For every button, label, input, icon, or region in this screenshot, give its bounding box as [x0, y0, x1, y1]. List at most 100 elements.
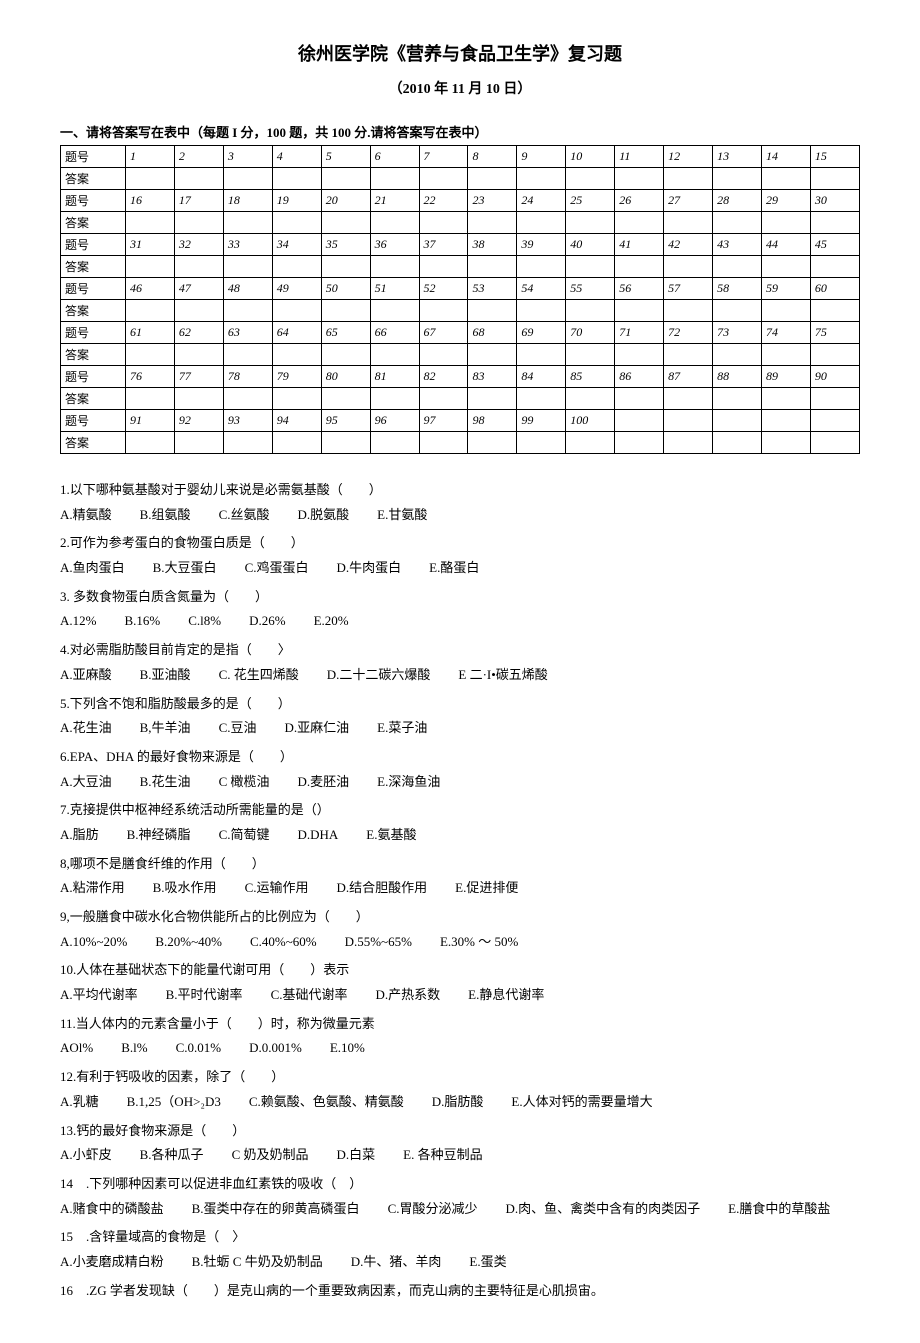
grid-number-cell: 93 — [223, 410, 272, 432]
question-option: C.基础代谢率 — [271, 983, 348, 1008]
grid-answer-cell — [566, 168, 615, 190]
grid-number-cell — [761, 410, 810, 432]
grid-answer-cell — [468, 212, 517, 234]
grid-number-cell: 76 — [126, 366, 175, 388]
grid-rowlabel-answer: 答案 — [61, 168, 126, 190]
grid-answer-cell — [321, 388, 370, 410]
grid-answer-cell — [126, 344, 175, 366]
question-option: B.神经磷脂 — [127, 823, 191, 848]
grid-answer-cell — [419, 212, 468, 234]
question-text: 6.EPA、DHA 的最好食物来源是（ ） — [60, 745, 860, 770]
question-option: E.20% — [314, 609, 349, 634]
question-text: 4.对必需脂肪酸目前肯定的是指（ 〉 — [60, 638, 860, 663]
grid-answer-cell — [370, 300, 419, 322]
grid-number-cell: 82 — [419, 366, 468, 388]
grid-answer-cell — [615, 256, 664, 278]
grid-number-cell: 2 — [174, 146, 223, 168]
grid-answer-cell — [419, 388, 468, 410]
grid-answer-cell — [615, 388, 664, 410]
grid-answer-cell — [126, 212, 175, 234]
question-option: B.牡蛎 C 牛奶及奶制品 — [192, 1250, 323, 1275]
question-option: E.促进排便 — [455, 876, 518, 901]
question-options: A.小麦磨成精白粉B.牡蛎 C 牛奶及奶制品D.牛、猪、羊肉E.蛋类 — [60, 1250, 860, 1275]
grid-number-cell: 35 — [321, 234, 370, 256]
grid-answer-cell — [810, 388, 859, 410]
grid-answer-cell — [566, 212, 615, 234]
grid-number-cell: 98 — [468, 410, 517, 432]
grid-number-cell: 1 — [126, 146, 175, 168]
question-options: A.脂肪B.神经磷脂C.简萄键D.DHAE.氨基酸 — [60, 823, 860, 848]
grid-number-cell: 3 — [223, 146, 272, 168]
grid-number-cell: 97 — [419, 410, 468, 432]
grid-answer-cell — [713, 168, 762, 190]
question-option: E.酪蛋白 — [429, 556, 479, 581]
grid-answer-cell — [126, 168, 175, 190]
question-options: A.鱼肉蛋白B.大豆蛋白C.鸡蛋蛋白D.牛肉蛋白E.酪蛋白 — [60, 556, 860, 581]
question-text: 11.当人体内的元素含量小于（ ）时，称为微量元素 — [60, 1012, 860, 1037]
grid-answer-cell — [566, 388, 615, 410]
question-option: A.花生油 — [60, 716, 112, 741]
grid-rowlabel-question: 题号 — [61, 234, 126, 256]
grid-number-cell: 89 — [761, 366, 810, 388]
grid-number-cell: 55 — [566, 278, 615, 300]
question-option: E.菜子油 — [377, 716, 427, 741]
question-text: 10.人体在基础状态下的能量代谢可用（ ）表示 — [60, 958, 860, 983]
grid-number-cell: 83 — [468, 366, 517, 388]
grid-rowlabel-question: 题号 — [61, 278, 126, 300]
grid-number-cell: 99 — [517, 410, 566, 432]
question-option: C.胃酸分泌减少 — [388, 1197, 478, 1222]
grid-number-cell: 87 — [664, 366, 713, 388]
grid-number-cell: 41 — [615, 234, 664, 256]
question-option: E. 各种豆制品 — [403, 1143, 482, 1168]
grid-number-cell — [713, 410, 762, 432]
question-option: A.乳糖 — [60, 1090, 99, 1115]
question-option: E.30% ～ 50% — [440, 930, 518, 955]
question-options: A.赌食中的磷酸盐B.蛋类中存在的卵黄高磷蛋白C.胃酸分泌减少D.肉、鱼、禽类中… — [60, 1197, 860, 1222]
grid-answer-cell — [566, 300, 615, 322]
grid-number-cell: 25 — [566, 190, 615, 212]
grid-answer-cell — [321, 300, 370, 322]
grid-answer-cell — [419, 168, 468, 190]
grid-answer-cell — [468, 300, 517, 322]
grid-number-cell: 50 — [321, 278, 370, 300]
grid-answer-cell — [174, 388, 223, 410]
grid-rowlabel-answer: 答案 — [61, 388, 126, 410]
question-option: E.甘氨酸 — [377, 503, 427, 528]
question-option: B.吸水作用 — [153, 876, 217, 901]
grid-number-cell: 46 — [126, 278, 175, 300]
grid-answer-cell — [517, 388, 566, 410]
grid-number-cell: 71 — [615, 322, 664, 344]
grid-rowlabel-question: 题号 — [61, 410, 126, 432]
grid-answer-cell — [174, 432, 223, 454]
grid-answer-cell — [761, 212, 810, 234]
grid-answer-cell — [615, 300, 664, 322]
question-option: E.人体对钙的需要量增大 — [511, 1090, 652, 1115]
question-option: D.0.001% — [249, 1036, 302, 1061]
grid-number-cell: 13 — [713, 146, 762, 168]
question-option: B.大豆蛋白 — [153, 556, 217, 581]
page-title: 徐州医学院《营养与食品卫生学》复习题 — [60, 40, 860, 66]
grid-answer-cell — [321, 344, 370, 366]
grid-answer-cell — [761, 300, 810, 322]
question-option: B.各种瓜子 — [140, 1143, 204, 1168]
grid-number-cell: 60 — [810, 278, 859, 300]
question-option: E 二·I•碳五烯酸 — [458, 663, 547, 688]
grid-number-cell: 64 — [272, 322, 321, 344]
grid-answer-cell — [664, 300, 713, 322]
grid-number-cell: 73 — [713, 322, 762, 344]
grid-answer-cell — [761, 388, 810, 410]
question-options: A.小虾皮B.各种瓜子C 奶及奶制品D.白菜E. 各种豆制品 — [60, 1143, 860, 1168]
grid-number-cell: 81 — [370, 366, 419, 388]
grid-number-cell: 72 — [664, 322, 713, 344]
question-option: C.豆油 — [219, 716, 257, 741]
grid-number-cell: 75 — [810, 322, 859, 344]
question-option: C 橄榄油 — [219, 770, 270, 795]
grid-number-cell: 36 — [370, 234, 419, 256]
grid-number-cell: 45 — [810, 234, 859, 256]
grid-number-cell: 90 — [810, 366, 859, 388]
question-text: 1.以下哪种氨基酸对于婴幼儿来说是必需氨基酸（ ） — [60, 478, 860, 503]
grid-answer-cell — [713, 212, 762, 234]
grid-answer-cell — [272, 300, 321, 322]
grid-answer-cell — [321, 168, 370, 190]
grid-number-cell: 12 — [664, 146, 713, 168]
